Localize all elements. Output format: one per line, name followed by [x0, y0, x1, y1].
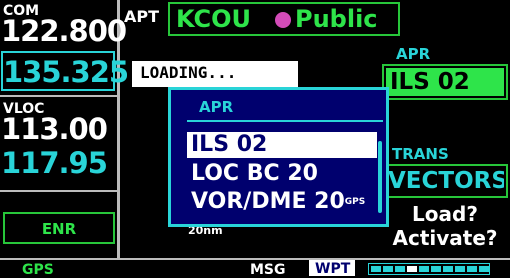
wpt-annunciator-box: WPT: [309, 260, 355, 277]
page-indicator-block: [371, 266, 381, 272]
popup-item-vor-dme-20[interactable]: VOR/DME 20GPS: [191, 189, 365, 215]
approach-field[interactable]: ILS 02: [382, 64, 508, 100]
cdi-mode-label: ENR: [41, 220, 77, 238]
popup-item-ils-02[interactable]: ILS 02: [187, 132, 377, 158]
com-active-frequency[interactable]: 122.800: [1, 16, 127, 46]
page-indicator-block: [455, 266, 465, 272]
page-indicator-block: [395, 266, 405, 272]
vloc-active-frequency[interactable]: 113.00: [1, 114, 108, 144]
page-indicator-block: [431, 266, 441, 272]
map-loading-status: LOADING...: [132, 61, 298, 87]
page-indicator-block: [383, 266, 393, 272]
airport-header-bar[interactable]: KCOU Public: [168, 2, 400, 36]
page-indicator-block: [419, 266, 429, 272]
approach-field-value: ILS 02: [386, 68, 504, 96]
airport-type: Public: [295, 5, 378, 33]
gps-annunciator: GPS: [22, 262, 54, 278]
apt-page-label: APT: [124, 7, 160, 26]
gps-overlay-flag: GPS: [344, 197, 366, 207]
page-indicator-block: [443, 266, 453, 272]
load-button[interactable]: Load?: [382, 202, 508, 226]
approach-selection-popup[interactable]: APR ILS 02 LOC BC 20 VOR/DME 20GPS: [168, 87, 389, 227]
activate-button[interactable]: Activate?: [382, 226, 508, 250]
msg-annunciator[interactable]: MSG: [250, 262, 286, 278]
page-indicator-block: [479, 266, 489, 272]
popup-item-vor-dme-20-label: VOR/DME 20: [191, 189, 345, 214]
cdi-mode-box: ENR: [3, 212, 115, 244]
annunciator-bar-divider: [0, 258, 510, 260]
popup-scrollbar[interactable]: [378, 141, 382, 213]
page-group-indicator: [368, 263, 490, 275]
transition-field-label: TRANS: [392, 145, 449, 163]
vloc-standby-frequency[interactable]: 117.95: [1, 148, 108, 178]
transition-field-value: VECTORS: [388, 168, 504, 194]
popup-title: APR: [199, 98, 234, 116]
com-standby-box[interactable]: 135.325: [1, 51, 129, 91]
radio-separator: [0, 95, 118, 97]
page-indicator-current: [407, 266, 417, 272]
transition-field[interactable]: VECTORS: [382, 164, 508, 198]
com-standby-frequency: 135.325: [3, 55, 129, 89]
popup-title-underline: [187, 120, 383, 122]
airport-identifier[interactable]: KCOU: [176, 5, 251, 33]
public-airport-icon: [275, 12, 291, 28]
radio-separator-lower: [0, 190, 118, 192]
popup-item-loc-bc-20[interactable]: LOC BC 20: [191, 161, 318, 187]
approach-field-label: APR: [396, 45, 431, 63]
page-indicator-block: [467, 266, 477, 272]
